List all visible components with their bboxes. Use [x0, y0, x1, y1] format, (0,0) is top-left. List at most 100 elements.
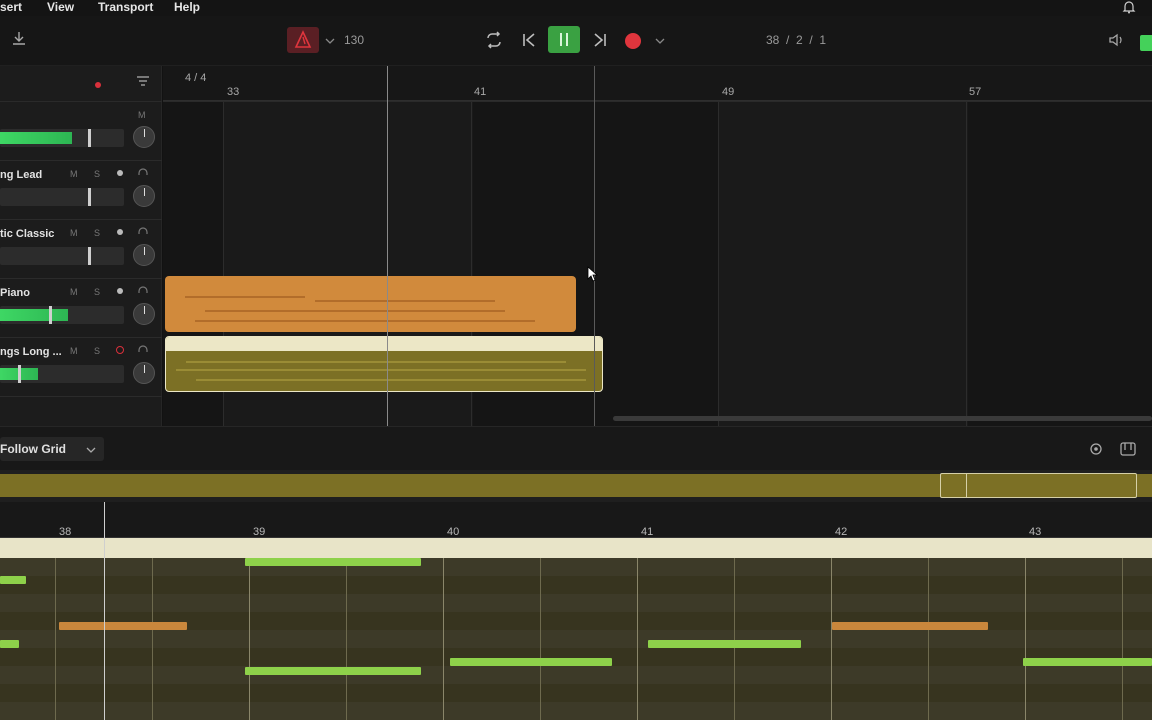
strings-clip[interactable]: [165, 336, 603, 392]
volume-fader[interactable]: [0, 306, 124, 324]
mute-button[interactable]: M: [70, 287, 78, 297]
record-options-chevron-icon[interactable]: [655, 37, 665, 45]
track-row[interactable]: M: [0, 102, 162, 161]
midi-note[interactable]: [832, 622, 988, 630]
grid-mode-label: Follow Grid: [0, 442, 66, 456]
mute-button[interactable]: M: [70, 346, 78, 356]
midi-note[interactable]: [245, 667, 421, 675]
record-arm-button[interactable]: [116, 346, 124, 354]
midi-note[interactable]: [1023, 658, 1152, 666]
loop-icon[interactable]: [484, 30, 504, 50]
chevron-down-icon[interactable]: [325, 37, 335, 45]
midi-note[interactable]: [450, 658, 612, 666]
gear-icon[interactable]: [1088, 441, 1104, 457]
solo-button[interactable]: S: [94, 346, 100, 356]
track-list-menu-icon[interactable]: [136, 74, 150, 88]
editor-ruler[interactable]: 38 39 40 41 42 43: [0, 502, 1152, 538]
midi-note[interactable]: [648, 640, 801, 648]
midi-note[interactable]: [59, 622, 187, 630]
track-name[interactable]: tic Classic: [0, 228, 54, 240]
menu-help[interactable]: Help: [174, 0, 200, 14]
skip-back-icon[interactable]: [520, 31, 538, 49]
pause-button[interactable]: [548, 26, 580, 53]
range-marker: [966, 474, 967, 497]
midi-note[interactable]: [0, 576, 26, 584]
solo-button[interactable]: S: [94, 169, 100, 179]
solo-button[interactable]: S: [94, 287, 100, 297]
bar-line: [831, 558, 832, 720]
track-name[interactable]: Piano: [0, 287, 30, 299]
level-meter: [0, 132, 72, 144]
headphones-icon[interactable]: [138, 227, 148, 237]
track-row[interactable]: Piano M S: [0, 279, 162, 338]
mute-button[interactable]: M: [138, 110, 146, 120]
piano-keys-icon[interactable]: [1119, 441, 1137, 457]
record-arm-button[interactable]: [117, 170, 123, 176]
solo-button[interactable]: S: [94, 228, 100, 238]
menu-bar: sert View Transport Help: [0, 0, 1152, 16]
tempo-display[interactable]: 130: [344, 33, 364, 47]
track-header-top: [0, 66, 162, 102]
arrangement-view[interactable]: 4 / 4 33 41 49 57: [163, 66, 1152, 426]
bar-line: [966, 102, 967, 426]
clip-header[interactable]: [166, 337, 602, 351]
volume-fader[interactable]: [0, 247, 124, 265]
track-name[interactable]: ng Lead: [0, 169, 42, 181]
pan-knob[interactable]: [133, 244, 155, 266]
headphones-icon[interactable]: [138, 168, 148, 178]
mute-button[interactable]: M: [70, 228, 78, 238]
loop-end-marker[interactable]: [594, 66, 595, 426]
position-display[interactable]: 38 / 2 / 1: [766, 33, 826, 47]
midi-preview: [205, 310, 505, 312]
pan-knob[interactable]: [133, 303, 155, 325]
fader-handle[interactable]: [18, 365, 21, 383]
clip-overview-strip[interactable]: [0, 470, 1152, 502]
timeline-ruler[interactable]: 4 / 4 33 41 49 57: [163, 66, 1152, 102]
bar-line: [637, 558, 638, 720]
transport-toolbar: 130 38 / 2 / 1: [0, 16, 1152, 66]
download-icon[interactable]: [10, 30, 28, 48]
notifications-bell-icon[interactable]: [1122, 0, 1136, 14]
volume-fader[interactable]: [0, 129, 124, 147]
editor-clip-header[interactable]: [0, 538, 1152, 558]
pan-knob[interactable]: [133, 185, 155, 207]
track-row[interactable]: ng Lead M S: [0, 161, 162, 220]
fader-handle[interactable]: [49, 306, 52, 324]
track-row[interactable]: ngs Long ... M S: [0, 338, 162, 397]
track-row[interactable]: tic Classic M S: [0, 220, 162, 279]
fader-handle[interactable]: [88, 247, 91, 265]
record-button[interactable]: [625, 33, 641, 49]
horizontal-scrollbar[interactable]: [613, 416, 1152, 421]
headphones-icon[interactable]: [138, 286, 148, 296]
fader-handle[interactable]: [88, 188, 91, 206]
headphones-icon[interactable]: [138, 345, 148, 355]
beat-line: [734, 558, 735, 720]
menu-insert[interactable]: sert: [0, 0, 22, 14]
playhead[interactable]: [387, 66, 388, 426]
editor-playhead[interactable]: [104, 502, 105, 720]
volume-icon[interactable]: [1108, 32, 1126, 48]
fader-handle[interactable]: [88, 129, 91, 147]
volume-fader[interactable]: [0, 188, 124, 206]
volume-fader[interactable]: [0, 365, 124, 383]
visible-range-selector[interactable]: [940, 473, 1137, 498]
menu-view[interactable]: View: [47, 0, 74, 14]
pan-knob[interactable]: [133, 126, 155, 148]
piano-roll-grid[interactable]: [0, 558, 1152, 720]
menu-transport[interactable]: Transport: [98, 0, 153, 14]
midi-preview: [186, 361, 566, 363]
pan-knob[interactable]: [133, 362, 155, 384]
piano-clip[interactable]: [165, 276, 576, 332]
record-arm-button[interactable]: [117, 229, 123, 235]
track-name[interactable]: ngs Long ...: [0, 346, 62, 358]
midi-note[interactable]: [0, 640, 19, 648]
record-arm-button[interactable]: [117, 288, 123, 294]
grid-mode-select[interactable]: Follow Grid: [0, 437, 104, 461]
time-signature[interactable]: 4 / 4: [185, 72, 206, 84]
skip-forward-icon[interactable]: [591, 31, 609, 49]
ruler-baseline: [163, 100, 1152, 101]
midi-note[interactable]: [245, 558, 421, 566]
midi-preview: [315, 300, 495, 302]
mute-button[interactable]: M: [70, 169, 78, 179]
metronome-button[interactable]: [287, 27, 319, 53]
